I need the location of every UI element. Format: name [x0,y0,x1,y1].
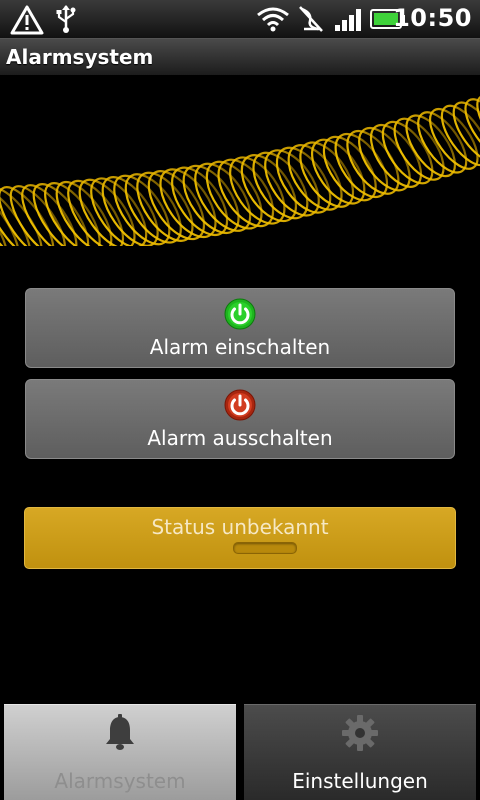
alarm-off-label: Alarm ausschalten [147,426,333,450]
power-off-icon [224,389,256,421]
alarm-off-button[interactable]: Alarm ausschalten [25,379,455,459]
tab-einstellungen-label: Einstellungen [292,769,428,793]
usb-icon [56,5,76,33]
status-indicator: Status unbekannt [24,507,456,569]
tab-bar: Alarmsystem Einstellungen [0,700,480,800]
warning-icon [10,5,44,35]
clock-time: 10:50 [393,4,472,32]
bell-icon [106,714,134,750]
status-bar: 10:50 [0,0,480,39]
page-title: Alarmsystem [6,45,154,69]
tab-einstellungen[interactable]: Einstellungen [244,704,476,800]
signal-icon [335,9,361,31]
power-on-icon [224,298,256,330]
status-label: Status unbekannt [151,515,329,539]
alarm-on-label: Alarm einschalten [149,335,331,359]
tab-alarmsystem[interactable]: Alarmsystem [4,704,236,800]
coil-graphic [0,94,480,246]
vibrate-icon [299,6,323,32]
status-light [233,542,297,554]
gear-icon [342,715,378,751]
wifi-icon [257,7,289,32]
title-bar: Alarmsystem [0,39,480,76]
alarm-on-button[interactable]: Alarm einschalten [25,288,455,368]
tab-alarmsystem-label: Alarmsystem [54,769,186,793]
banner-image [0,76,480,246]
